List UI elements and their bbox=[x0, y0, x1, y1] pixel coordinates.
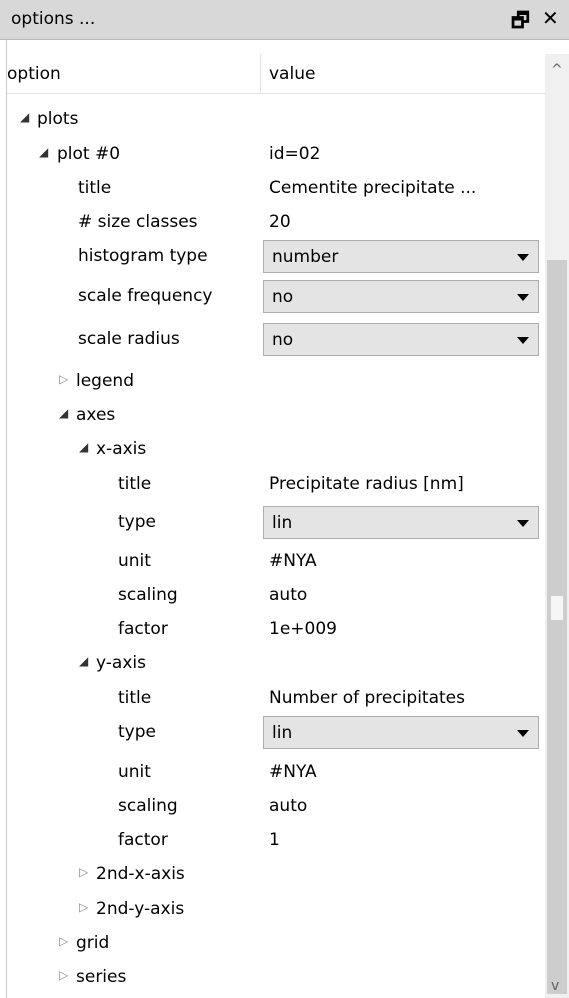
option-label: type bbox=[118, 722, 156, 742]
option-label: factor bbox=[118, 830, 168, 850]
panel-titlebar: options ... 🗗 ✕ bbox=[0, 0, 569, 40]
tree-node-x-axis-type[interactable]: type lin bbox=[0, 506, 545, 540]
restore-window-icon[interactable]: 🗗 bbox=[511, 6, 530, 40]
expanded-arrow-icon[interactable]: ◢ bbox=[59, 406, 68, 420]
node-label: x-axis bbox=[96, 439, 147, 459]
tree-node-2nd-x-axis[interactable]: ▷ 2nd-x-axis bbox=[0, 858, 545, 892]
close-icon[interactable]: ✕ bbox=[542, 6, 559, 30]
node-label: axes bbox=[76, 405, 116, 425]
vertical-scrollbar[interactable]: ^ v bbox=[545, 54, 569, 998]
option-label: factor bbox=[118, 619, 168, 639]
option-label: scaling bbox=[118, 585, 178, 605]
option-value[interactable]: #NYA bbox=[269, 551, 317, 571]
histogram-type-dropdown[interactable]: number bbox=[263, 240, 539, 273]
option-label: title bbox=[118, 688, 152, 708]
option-label: scaling bbox=[118, 796, 178, 816]
expanded-arrow-icon[interactable]: ◢ bbox=[39, 145, 48, 159]
tree-node-scale-radius[interactable]: scale radius no bbox=[0, 323, 545, 357]
option-value[interactable]: Number of precipitates bbox=[269, 688, 465, 708]
tree-node-plot0[interactable]: ◢ plot #0 id=02 bbox=[0, 138, 545, 172]
collapsed-arrow-icon[interactable]: ▷ bbox=[59, 968, 68, 982]
tree-node-y-axis-factor[interactable]: factor 1 bbox=[0, 824, 545, 858]
tree-node-title[interactable]: title Cementite precipitate ... bbox=[0, 172, 545, 206]
option-label: type bbox=[118, 512, 156, 532]
option-value[interactable]: Precipitate radius [nm] bbox=[269, 474, 464, 494]
dropdown-value: no bbox=[272, 330, 294, 350]
node-label: grid bbox=[76, 933, 110, 953]
node-label: plots bbox=[37, 109, 79, 129]
option-value[interactable]: 20 bbox=[269, 212, 291, 232]
column-divider[interactable] bbox=[260, 54, 261, 94]
value-column-header[interactable]: value bbox=[269, 64, 315, 84]
tree-node-y-axis-unit[interactable]: unit #NYA bbox=[0, 756, 545, 790]
scroll-down-icon[interactable]: v bbox=[551, 978, 559, 994]
dropdown-value: no bbox=[272, 287, 294, 307]
x-axis-type-dropdown[interactable]: lin bbox=[263, 506, 539, 539]
dropdown-value: lin bbox=[272, 513, 293, 533]
scrollbar-grip bbox=[551, 596, 563, 620]
scrollbar-thumb[interactable] bbox=[547, 260, 567, 994]
option-label: scale frequency bbox=[78, 286, 213, 306]
option-label: scale radius bbox=[78, 329, 180, 349]
tree-node-y-axis-scaling[interactable]: scaling auto bbox=[0, 790, 545, 824]
dropdown-arrow-icon bbox=[517, 520, 529, 527]
node-label: legend bbox=[76, 371, 134, 391]
expanded-arrow-icon[interactable]: ◢ bbox=[79, 440, 88, 454]
tree-node-plots[interactable]: ◢ plots bbox=[0, 103, 545, 137]
node-label: y-axis bbox=[96, 653, 146, 673]
column-header: option value bbox=[7, 54, 545, 94]
option-value[interactable]: auto bbox=[269, 585, 307, 605]
option-value[interactable]: auto bbox=[269, 796, 307, 816]
dropdown-value: lin bbox=[272, 723, 293, 743]
expanded-arrow-icon[interactable]: ◢ bbox=[79, 654, 88, 668]
option-column-header[interactable]: option bbox=[7, 64, 61, 84]
tree-node-legend[interactable]: ▷ legend bbox=[0, 365, 545, 399]
tree-node-x-axis-scaling[interactable]: scaling auto bbox=[0, 579, 545, 613]
tree-node-axes[interactable]: ◢ axes bbox=[0, 399, 545, 433]
node-label: series bbox=[76, 967, 127, 987]
dropdown-value: number bbox=[272, 247, 339, 267]
tree-node-y-axis[interactable]: ◢ y-axis bbox=[0, 647, 545, 681]
tree-node-scale-frequency[interactable]: scale frequency no bbox=[0, 280, 545, 314]
option-value[interactable]: Cementite precipitate ... bbox=[269, 178, 476, 198]
tree-node-x-axis[interactable]: ◢ x-axis bbox=[0, 433, 545, 467]
tree-node-x-axis-unit[interactable]: unit #NYA bbox=[0, 545, 545, 579]
expanded-arrow-icon[interactable]: ◢ bbox=[20, 110, 29, 124]
y-axis-type-dropdown[interactable]: lin bbox=[263, 716, 539, 749]
node-label: 2nd-y-axis bbox=[96, 899, 185, 919]
scale-frequency-dropdown[interactable]: no bbox=[263, 280, 539, 313]
option-label: # size classes bbox=[78, 212, 198, 232]
dropdown-arrow-icon bbox=[517, 294, 529, 301]
tree-node-y-axis-title[interactable]: title Number of precipitates bbox=[0, 682, 545, 716]
tree-node-grid[interactable]: ▷ grid bbox=[0, 927, 545, 961]
tree-node-series[interactable]: ▷ series bbox=[0, 961, 545, 995]
scale-radius-dropdown[interactable]: no bbox=[263, 323, 539, 356]
tree-node-y-axis-type[interactable]: type lin bbox=[0, 716, 545, 750]
node-label: plot #0 bbox=[57, 144, 121, 164]
scroll-up-icon[interactable]: ^ bbox=[551, 62, 563, 78]
tree-node-histogram-type[interactable]: histogram type number bbox=[0, 240, 545, 274]
node-label: 2nd-x-axis bbox=[96, 864, 185, 884]
option-label: unit bbox=[118, 762, 151, 782]
option-label: title bbox=[118, 474, 152, 494]
option-label: unit bbox=[118, 551, 151, 571]
collapsed-arrow-icon[interactable]: ▷ bbox=[59, 934, 68, 948]
collapsed-arrow-icon[interactable]: ▷ bbox=[79, 865, 88, 879]
node-value: id=02 bbox=[269, 144, 321, 164]
tree-node-2nd-y-axis[interactable]: ▷ 2nd-y-axis bbox=[0, 893, 545, 927]
option-label: histogram type bbox=[78, 246, 208, 266]
option-value[interactable]: 1e+009 bbox=[269, 619, 337, 639]
tree-node-x-axis-factor[interactable]: factor 1e+009 bbox=[0, 613, 545, 647]
tree-node-x-axis-title[interactable]: title Precipitate radius [nm] bbox=[0, 468, 545, 502]
dropdown-arrow-icon bbox=[517, 254, 529, 261]
collapsed-arrow-icon[interactable]: ▷ bbox=[59, 372, 68, 386]
collapsed-arrow-icon[interactable]: ▷ bbox=[79, 900, 88, 914]
tree-node-size-classes[interactable]: # size classes 20 bbox=[0, 206, 545, 240]
option-value[interactable]: 1 bbox=[269, 830, 280, 850]
dropdown-arrow-icon bbox=[517, 730, 529, 737]
dropdown-arrow-icon bbox=[517, 337, 529, 344]
option-label: title bbox=[78, 178, 112, 198]
option-value[interactable]: #NYA bbox=[269, 762, 317, 782]
panel-title: options ... bbox=[11, 9, 96, 29]
